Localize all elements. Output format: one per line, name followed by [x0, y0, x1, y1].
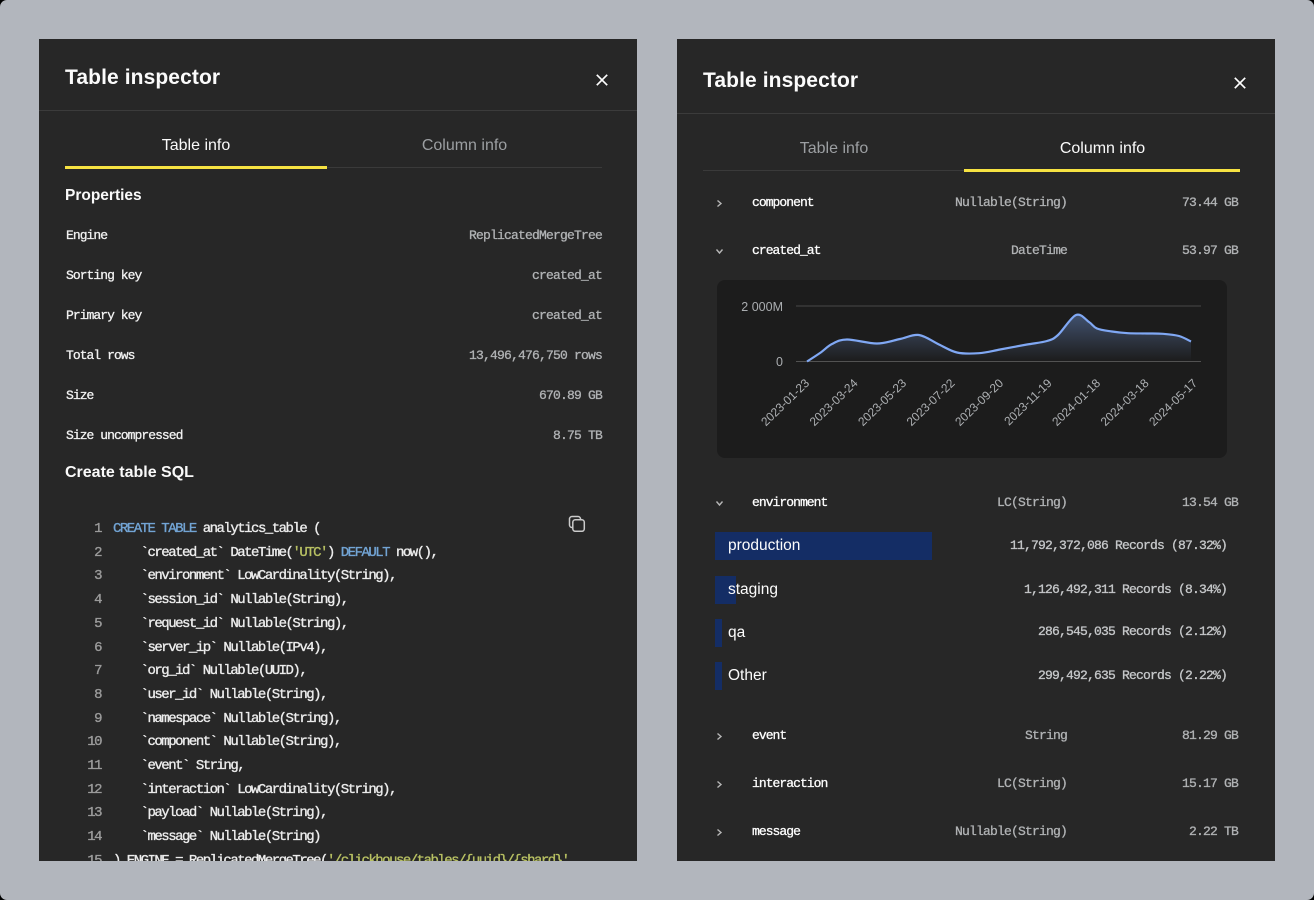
svg-text:0: 0	[776, 355, 783, 369]
svg-text:2023-05-23: 2023-05-23	[855, 376, 909, 429]
svg-text:2023-09-20: 2023-09-20	[952, 376, 1006, 429]
svg-text:2023-11-19: 2023-11-19	[1001, 376, 1054, 428]
svg-text:2023-07-22: 2023-07-22	[904, 376, 958, 429]
svg-text:2024-05-17: 2024-05-17	[1146, 376, 1200, 429]
svg-text:2024-03-18: 2024-03-18	[1098, 376, 1152, 429]
svg-text:2 000M: 2 000M	[741, 300, 783, 314]
svg-text:2023-01-23: 2023-01-23	[758, 376, 812, 429]
svg-text:2024-01-18: 2024-01-18	[1049, 376, 1103, 429]
svg-text:2023-03-24: 2023-03-24	[807, 376, 861, 429]
